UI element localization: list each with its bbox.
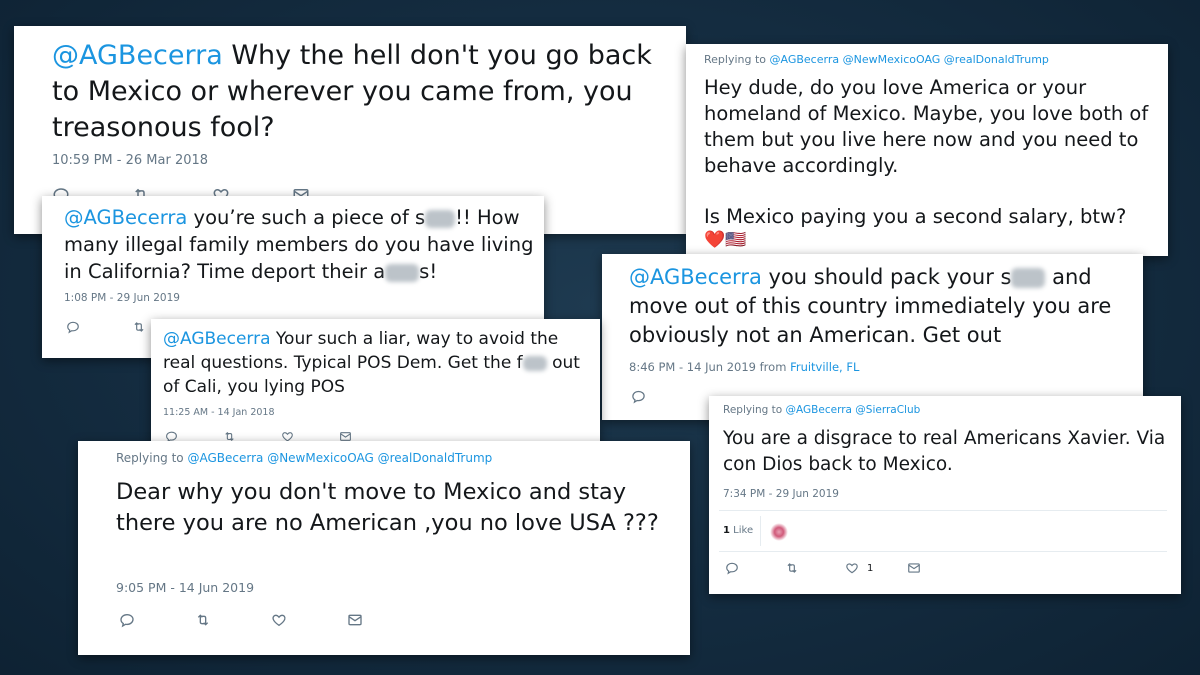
likes-summary[interactable]: 1 Like	[723, 525, 753, 536]
divider	[719, 551, 1167, 552]
censored-word	[522, 355, 547, 371]
replying-to: Replying to @AGBecerra @NewMexicoOAG @re…	[116, 451, 492, 465]
tweet-timestamp[interactable]: 10:59 PM - 26 Mar 2018	[52, 153, 208, 168]
tweet-text-2: Is Mexico paying you a second salary, bt…	[704, 205, 1127, 228]
replying-to-label: Replying to	[704, 53, 767, 66]
divider	[760, 516, 761, 546]
like-button[interactable]: 1	[845, 561, 873, 575]
dm-icon[interactable]	[907, 561, 921, 575]
mention-link[interactable]: @AGBecerra	[52, 40, 223, 71]
replying-to-label: Replying to	[116, 451, 184, 465]
censored-word	[425, 209, 456, 228]
tweet-card-2: Replying to @AGBecerra @NewMexicoOAG @re…	[686, 44, 1168, 256]
tweet-actions	[66, 320, 146, 334]
tweet-actions: 1	[725, 561, 921, 575]
like-icon	[845, 561, 859, 575]
retweet-icon[interactable]	[195, 612, 211, 628]
tweet-body-a: you should pack your s	[761, 265, 1012, 289]
reply-mentions[interactable]: @AGBecerra @NewMexicoOAG @realDonaldTrum…	[770, 53, 1049, 66]
tweet-text: @AGBecerra you’re such a piece of s!! Ho…	[64, 204, 534, 285]
tweet-location[interactable]: Fruitville, FL	[790, 360, 859, 374]
tweet-actions	[119, 612, 363, 628]
reply-icon[interactable]	[725, 561, 739, 575]
tweet-card-5: @AGBecerra Your such a liar, way to avoi…	[151, 319, 600, 451]
replying-to-label: Replying to	[723, 404, 783, 416]
liker-avatar[interactable]	[770, 523, 788, 541]
tweet-text: @AGBecerra you should pack your s and mo…	[629, 263, 1134, 350]
tweet-timestamp[interactable]: 11:25 AM - 14 Jan 2018	[163, 407, 275, 418]
tweet-timestamp[interactable]: 1:08 PM - 29 Jun 2019	[64, 292, 180, 304]
tweet-card-6: Replying to @AGBecerra @SierraClub You a…	[709, 396, 1181, 594]
divider	[719, 510, 1167, 511]
like-count: 1	[867, 562, 874, 574]
replying-to: Replying to @AGBecerra @NewMexicoOAG @re…	[704, 53, 1049, 66]
retweet-icon[interactable]	[785, 561, 799, 575]
likes-label: Like	[733, 525, 754, 536]
replying-to: Replying to @AGBecerra @SierraClub	[723, 404, 920, 416]
mention-link[interactable]: @AGBecerra	[629, 265, 762, 289]
tweet-text: Dear why you don't move to Mexico and st…	[116, 479, 659, 536]
censored-word	[385, 263, 420, 282]
tweet-card-7: Replying to @AGBecerra @NewMexicoOAG @re…	[78, 441, 690, 655]
retweet-icon[interactable]	[132, 320, 146, 334]
reply-mentions[interactable]: @AGBecerra @SierraClub	[786, 404, 921, 416]
tweet-text: Hey dude, do you love America or your ho…	[704, 76, 1149, 177]
reply-icon[interactable]	[66, 320, 80, 334]
tweet-body-a: you’re such a piece of s	[187, 206, 426, 229]
mention-link[interactable]: @AGBecerra	[163, 329, 271, 349]
likes-count: 1	[723, 525, 730, 536]
tweet-body-c: s!	[419, 260, 438, 283]
like-icon[interactable]	[271, 612, 287, 628]
tweet-text: @AGBecerra Your such a liar, way to avoi…	[163, 327, 593, 399]
heart-flag-emoji: ❤️🇺🇸	[704, 230, 747, 250]
tweet-timestamp[interactable]: 7:34 PM - 29 Jun 2019	[723, 488, 839, 500]
mention-link[interactable]: @AGBecerra	[64, 206, 187, 229]
reply-mentions[interactable]: @AGBecerra @NewMexicoOAG @realDonaldTrum…	[187, 451, 492, 465]
dm-icon[interactable]	[347, 612, 363, 628]
tweet-actions	[631, 389, 646, 404]
tweet-text: You are a disgrace to real Americans Xav…	[723, 428, 1166, 475]
tweet-time[interactable]: 8:46 PM - 14 Jun 2019 from	[629, 360, 790, 374]
censored-word	[1011, 268, 1046, 288]
tweet-text: @AGBecerra Why the hell don't you go bac…	[52, 38, 672, 146]
reply-icon[interactable]	[119, 612, 135, 628]
reply-icon[interactable]	[631, 389, 646, 404]
tweet-timestamp: 8:46 PM - 14 Jun 2019 from Fruitville, F…	[629, 360, 859, 374]
tweet-timestamp[interactable]: 9:05 PM - 14 Jun 2019	[116, 580, 254, 595]
